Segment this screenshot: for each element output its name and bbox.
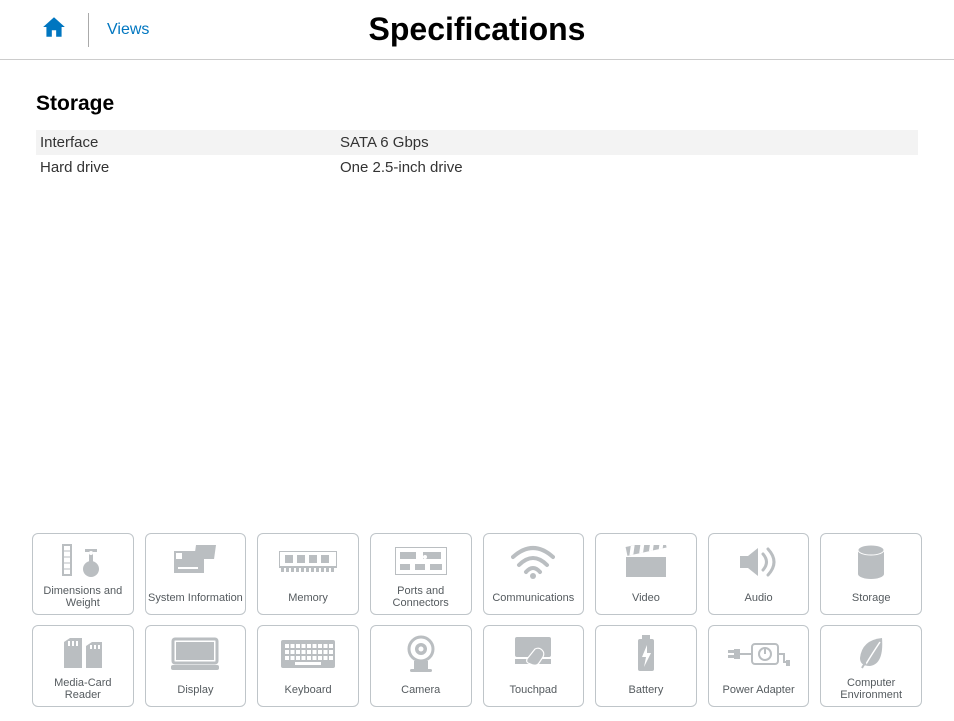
- nav-tile-wifi[interactable]: Communications: [483, 533, 585, 615]
- nav-tile-label: Audio: [744, 586, 772, 610]
- battery-icon: [636, 630, 656, 678]
- nav-tile-label: Memory: [288, 586, 328, 610]
- bottom-nav: Dimensions and Weight System Information M…: [0, 523, 954, 707]
- spec-key: Hard drive: [40, 159, 340, 176]
- spec-value: One 2.5-inch drive: [340, 159, 918, 176]
- nav-tile-environment[interactable]: Computer Environment: [820, 625, 922, 707]
- nav-tile-power-adapter[interactable]: Power Adapter: [708, 625, 810, 707]
- memory-icon: [279, 538, 337, 586]
- media-card-icon: [62, 630, 104, 677]
- spec-value: SATA 6 Gbps: [340, 134, 918, 151]
- spec-key: Interface: [40, 134, 340, 151]
- keyboard-icon: [281, 630, 335, 678]
- nav-tile-label: Storage: [852, 586, 891, 610]
- nav-tile-video[interactable]: Video: [595, 533, 697, 615]
- nav-tile-memory[interactable]: Memory: [257, 533, 359, 615]
- nav-tile-label: Dimensions and Weight: [35, 585, 131, 610]
- views-link[interactable]: Views: [89, 21, 149, 39]
- nav-tile-label: Media-Card Reader: [35, 677, 131, 702]
- nav-tile-display[interactable]: Display: [145, 625, 247, 707]
- section-title: Storage: [36, 92, 918, 116]
- camera-icon: [404, 630, 438, 678]
- nav-tile-label: Communications: [492, 586, 574, 610]
- video-icon: [624, 538, 668, 586]
- nav-tile-camera[interactable]: Camera: [370, 625, 472, 707]
- nav-row-1: Dimensions and Weight System Information M…: [32, 533, 922, 615]
- nav-tile-keyboard[interactable]: Keyboard: [257, 625, 359, 707]
- nav-tile-label: Display: [177, 678, 213, 702]
- topbar: Views Specifications: [0, 0, 954, 60]
- wifi-icon: [511, 538, 555, 586]
- nav-tile-label: Ports and Connectors: [373, 585, 469, 610]
- home-button[interactable]: [40, 13, 89, 47]
- nav-tile-label: Power Adapter: [722, 678, 794, 702]
- storage-icon: [856, 538, 886, 586]
- nav-tile-label: Computer Environment: [823, 677, 919, 702]
- nav-tile-label: Keyboard: [285, 678, 332, 702]
- system-info-icon: [172, 538, 218, 586]
- ports-icon: [395, 538, 447, 585]
- nav-tile-label: System Information: [148, 586, 243, 610]
- nav-tile-audio[interactable]: Audio: [708, 533, 810, 615]
- nav-tile-storage[interactable]: Storage: [820, 533, 922, 615]
- nav-row-2: Media-Card Reader Display Keyboard Camera To…: [32, 625, 922, 707]
- power-adapter-icon: [728, 630, 790, 678]
- content-area: Storage Interface SATA 6 Gbps Hard drive…: [0, 60, 954, 212]
- spec-row: Interface SATA 6 Gbps: [36, 130, 918, 155]
- audio-icon: [738, 538, 780, 586]
- nav-tile-touchpad[interactable]: Touchpad: [483, 625, 585, 707]
- nav-tile-ports[interactable]: Ports and Connectors: [370, 533, 472, 615]
- nav-tile-dimensions-weight[interactable]: Dimensions and Weight: [32, 533, 134, 615]
- touchpad-icon: [511, 630, 555, 678]
- nav-tile-label: Video: [632, 586, 660, 610]
- display-icon: [171, 630, 219, 678]
- nav-tile-label: Touchpad: [509, 678, 557, 702]
- dimensions-weight-icon: [61, 538, 105, 585]
- home-icon: [40, 14, 68, 45]
- spec-row: Hard drive One 2.5-inch drive: [36, 155, 918, 180]
- environment-icon: [856, 630, 886, 677]
- nav-tile-system-info[interactable]: System Information: [145, 533, 247, 615]
- nav-tile-battery[interactable]: Battery: [595, 625, 697, 707]
- nav-tile-label: Battery: [629, 678, 664, 702]
- nav-tile-label: Camera: [401, 678, 440, 702]
- nav-tile-media-card[interactable]: Media-Card Reader: [32, 625, 134, 707]
